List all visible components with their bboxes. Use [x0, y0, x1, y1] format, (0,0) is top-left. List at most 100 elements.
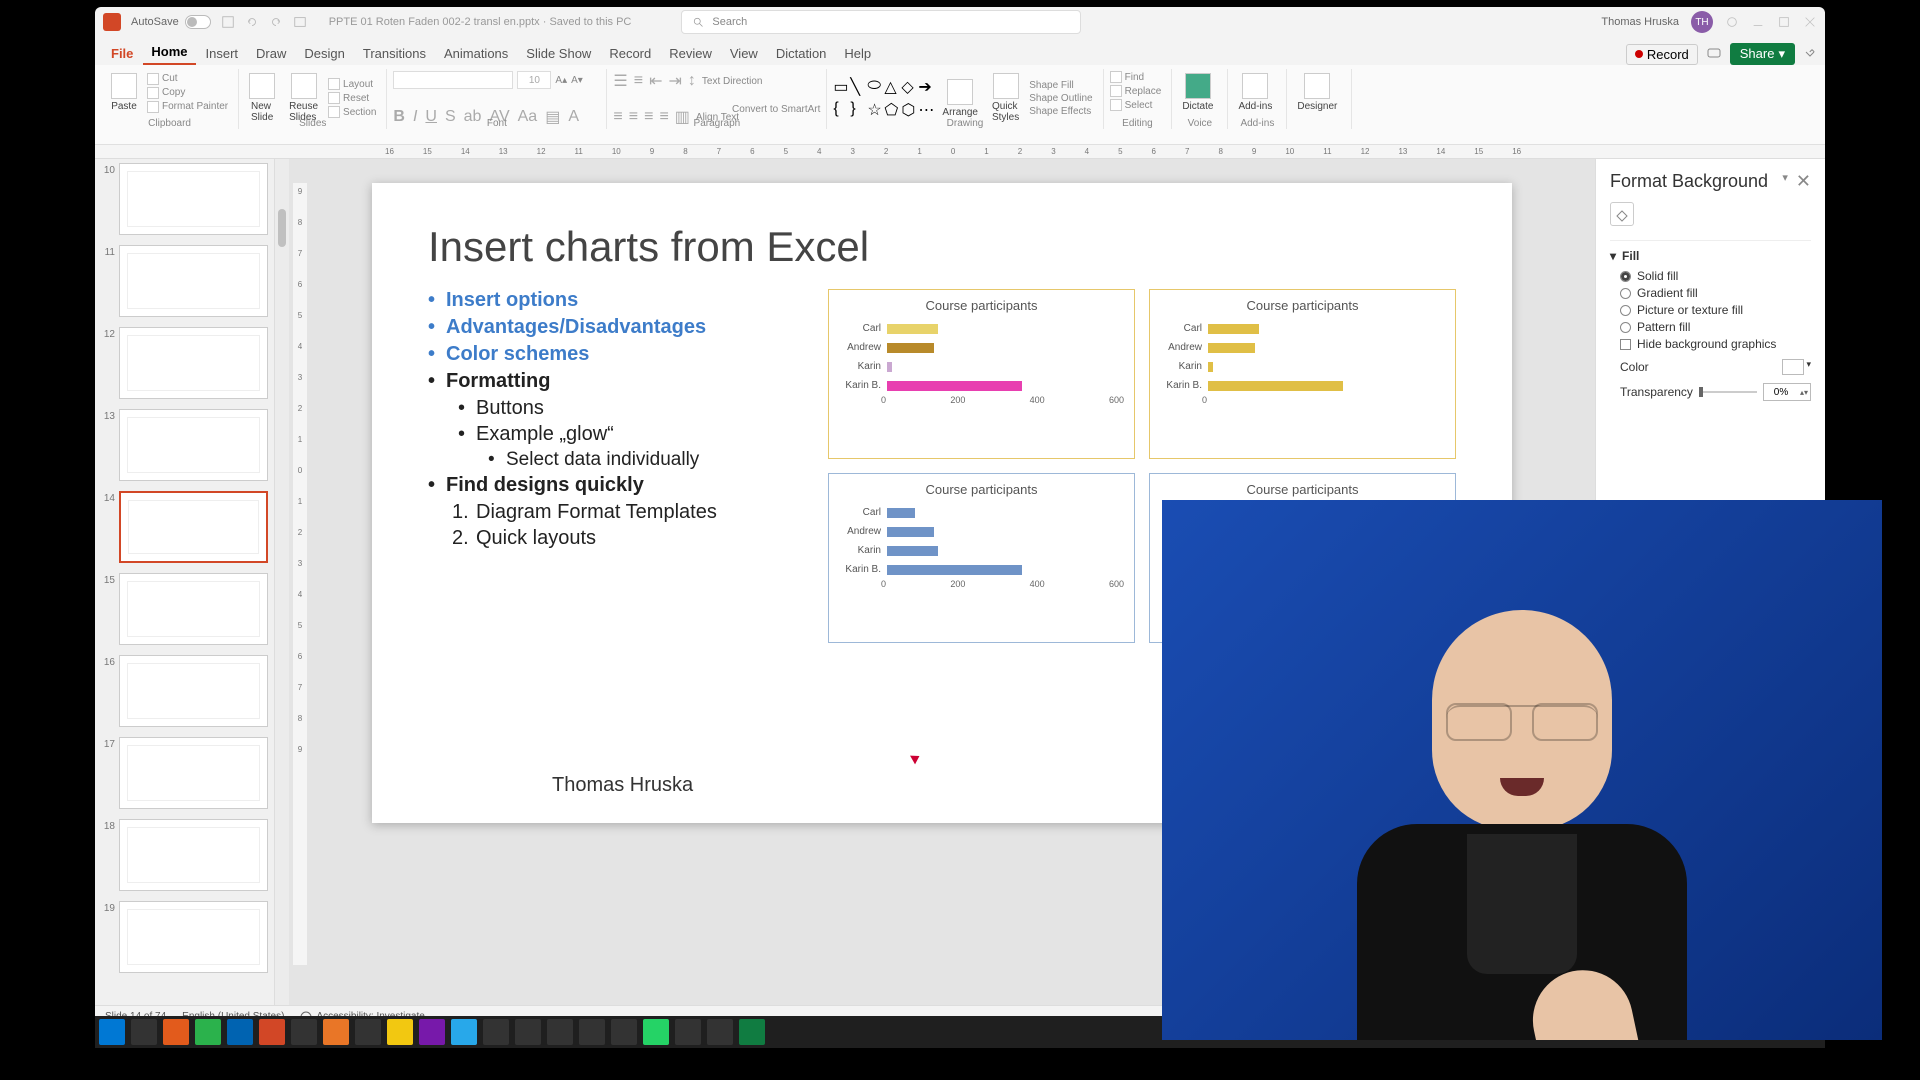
addins-button[interactable]: Add-ins	[1234, 71, 1276, 114]
reset-button[interactable]: Reset	[328, 92, 376, 104]
thumbnail-slide-11[interactable]: 11	[101, 245, 268, 317]
indent-inc-button[interactable]: ⇥	[669, 71, 682, 91]
autosave-toggle[interactable]: AutoSave	[131, 15, 211, 29]
tab-record[interactable]: Record	[601, 42, 659, 65]
grow-font-icon[interactable]: A▴	[555, 75, 567, 86]
slide-title[interactable]: Insert charts from Excel	[428, 223, 1456, 271]
thumbnail-slide-19[interactable]: 19	[101, 901, 268, 973]
share-button[interactable]: Share▾	[1730, 43, 1795, 65]
taskbar-app-icon[interactable]	[515, 1019, 541, 1045]
tab-animations[interactable]: Animations	[436, 42, 516, 65]
tab-transitions[interactable]: Transitions	[355, 42, 434, 65]
shape-outline-button[interactable]: Shape Outline	[1029, 93, 1092, 104]
text-direction-button[interactable]: Text Direction	[702, 76, 763, 87]
taskbar-edge-icon[interactable]	[227, 1019, 253, 1045]
thumbnail-slide-14[interactable]: 14	[101, 491, 268, 563]
tab-home[interactable]: Home	[143, 40, 195, 65]
cut-button[interactable]: Cut	[147, 73, 228, 85]
tab-draw[interactable]: Draw	[248, 42, 294, 65]
thumbnail-slide-10[interactable]: 10	[101, 163, 268, 235]
picture-fill-radio[interactable]: Picture or texture fill	[1620, 303, 1811, 317]
thumbnail-slide-12[interactable]: 12	[101, 327, 268, 399]
find-button[interactable]: Find	[1110, 71, 1162, 83]
taskbar-app-icon[interactable]	[387, 1019, 413, 1045]
taskbar-app-icon[interactable]	[579, 1019, 605, 1045]
chart-1[interactable]: Course participantsCarlAndrewKarinKarin …	[828, 289, 1135, 459]
scrollbar-thumb[interactable]	[278, 209, 286, 247]
tab-dictation[interactable]: Dictation	[768, 42, 835, 65]
smartart-button[interactable]: Convert to SmartArt	[732, 104, 820, 115]
taskbar-app-icon[interactable]	[451, 1019, 477, 1045]
new-slide-button[interactable]: New Slide	[245, 71, 279, 125]
taskbar-onenote-icon[interactable]	[419, 1019, 445, 1045]
tab-file[interactable]: File	[103, 42, 141, 65]
shape-fill-button[interactable]: Shape Fill	[1029, 80, 1092, 91]
tab-view[interactable]: View	[722, 42, 766, 65]
chevron-down-icon[interactable]: ▾	[1782, 171, 1788, 192]
redo-icon[interactable]	[269, 15, 283, 29]
reuse-slides-button[interactable]: Reuse Slides	[285, 71, 322, 125]
format-painter-button[interactable]: Format Painter	[147, 101, 228, 113]
chart-2[interactable]: Course participantsCarlAndrewKarinKarin …	[1149, 289, 1456, 459]
tab-help[interactable]: Help	[836, 42, 879, 65]
taskbar-excel-icon[interactable]	[739, 1019, 765, 1045]
pattern-fill-radio[interactable]: Pattern fill	[1620, 320, 1811, 334]
taskbar-vlc-icon[interactable]	[323, 1019, 349, 1045]
numbering-button[interactable]: ≡	[634, 72, 643, 90]
taskbar-app-icon[interactable]	[707, 1019, 733, 1045]
paste-button[interactable]: Paste	[107, 71, 141, 114]
taskbar-app-icon[interactable]	[355, 1019, 381, 1045]
thumbnail-slide-15[interactable]: 15	[101, 573, 268, 645]
chart-3[interactable]: Course participantsCarlAndrewKarinKarin …	[828, 473, 1135, 643]
thumbnail-slide-16[interactable]: 16	[101, 655, 268, 727]
shape-effects-button[interactable]: Shape Effects	[1029, 106, 1092, 117]
section-button[interactable]: Section	[328, 106, 376, 118]
transparency-slider[interactable]	[1699, 391, 1757, 393]
gradient-fill-radio[interactable]: Gradient fill	[1620, 286, 1811, 300]
taskbar-app-icon[interactable]	[483, 1019, 509, 1045]
thumbnail-scrollbar[interactable]	[275, 159, 289, 1005]
shrink-font-icon[interactable]: A▾	[571, 75, 583, 86]
thumbnail-slide-18[interactable]: 18	[101, 819, 268, 891]
tab-review[interactable]: Review	[661, 42, 720, 65]
color-picker[interactable]: ▾	[1782, 359, 1811, 375]
avatar[interactable]: TH	[1691, 11, 1713, 33]
arrange-button[interactable]: Arrange	[938, 77, 982, 120]
undo-icon[interactable]	[245, 15, 259, 29]
taskbar-powerpoint-icon[interactable]	[259, 1019, 285, 1045]
taskbar-firefox-icon[interactable]	[163, 1019, 189, 1045]
save-icon[interactable]	[221, 15, 235, 29]
chevron-up-icon[interactable]: ⌃	[1807, 47, 1817, 61]
thumbnail-slide-17[interactable]: 17	[101, 737, 268, 809]
search-input[interactable]: Search	[681, 10, 1081, 34]
taskbar-explorer-icon[interactable]	[131, 1019, 157, 1045]
fill-section-header[interactable]: ▾Fill	[1610, 249, 1811, 263]
font-name-input[interactable]	[393, 71, 513, 89]
font-size-input[interactable]: 10	[517, 71, 551, 89]
taskbar-app-icon[interactable]	[547, 1019, 573, 1045]
hide-bg-checkbox[interactable]: Hide background graphics	[1620, 337, 1811, 351]
taskbar-whatsapp-icon[interactable]	[643, 1019, 669, 1045]
thumbnail-slide-13[interactable]: 13	[101, 409, 268, 481]
select-button[interactable]: Select	[1110, 99, 1162, 111]
designer-button[interactable]: Designer	[1293, 71, 1341, 114]
record-button[interactable]: Record	[1626, 44, 1698, 65]
start-from-beginning-icon[interactable]	[293, 15, 307, 29]
minimize-icon[interactable]	[1751, 15, 1765, 29]
comments-icon[interactable]	[1706, 46, 1722, 62]
line-spacing-button[interactable]: ↕	[688, 72, 696, 90]
solid-fill-radio[interactable]: Solid fill	[1620, 269, 1811, 283]
toggle-off-icon[interactable]	[185, 15, 211, 29]
slider-knob-icon[interactable]	[1699, 387, 1703, 397]
tab-insert[interactable]: Insert	[198, 42, 247, 65]
taskbar-app-icon[interactable]	[675, 1019, 701, 1045]
slide-text[interactable]: Insert options Advantages/Disadvantages …	[428, 289, 798, 643]
bullets-button[interactable]: ☰	[613, 71, 627, 91]
slide-thumbnails[interactable]: 10 11 12 13 14 15 16 17 18 19	[95, 159, 275, 1005]
taskbar-app-icon[interactable]	[291, 1019, 317, 1045]
layout-button[interactable]: Layout	[328, 78, 376, 90]
quick-styles-button[interactable]: Quick Styles	[988, 71, 1023, 125]
start-button[interactable]	[99, 1019, 125, 1045]
tab-design[interactable]: Design	[296, 42, 352, 65]
indent-dec-button[interactable]: ⇤	[649, 71, 662, 91]
